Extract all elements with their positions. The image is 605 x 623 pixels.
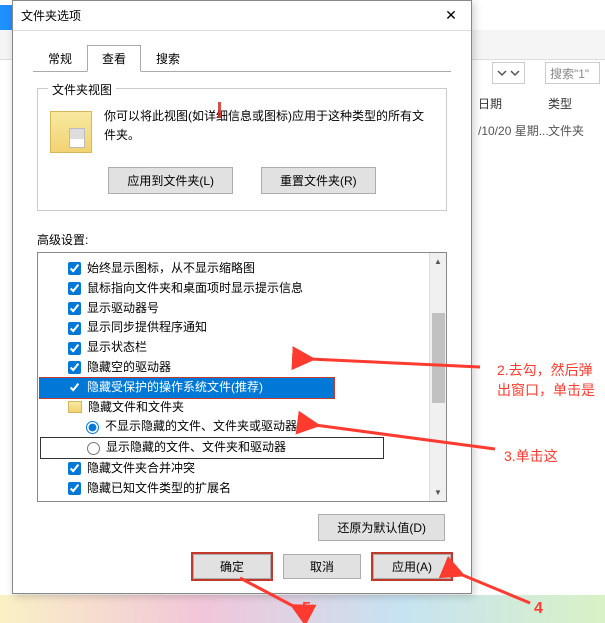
tree-radio-item: 不显示隐藏的文件、文件夹或驱动器	[40, 417, 444, 437]
checkbox[interactable]	[68, 302, 81, 315]
scroll-up-button[interactable]: ▲	[430, 253, 446, 270]
tree-item-hide-protected[interactable]: 隐藏受保护的操作系统文件(推荐)	[40, 378, 334, 398]
scrollbar[interactable]: ▲ ▼	[429, 253, 446, 501]
tree-item: 显示同步提供程序通知	[40, 318, 444, 338]
group-title: 文件夹视图	[48, 81, 116, 98]
tree-item: 用彩色显示加密或压缩的 NTFS 文件	[40, 499, 444, 502]
folder-view-group: 文件夹视图 你可以将此视图(如详细信息或图标)应用于这种类型的所有文件夹。 应用…	[37, 88, 447, 211]
apply-to-folders-button[interactable]: 应用到文件夹(L)	[108, 167, 233, 194]
row-date: /10/20 星期...	[478, 122, 549, 139]
badge-5: 5	[302, 600, 311, 618]
col-header-type[interactable]: 类型	[548, 95, 572, 112]
reset-folders-button[interactable]: 重置文件夹(R)	[261, 167, 376, 194]
cancel-button[interactable]: 取消	[283, 554, 361, 579]
checkbox[interactable]	[68, 482, 81, 495]
tab-search[interactable]: 搜索	[141, 45, 195, 72]
tree-item: 隐藏文件夹合并冲突	[40, 459, 444, 479]
annotation-3: 3.单击这	[504, 446, 558, 466]
checkbox[interactable]	[68, 361, 81, 374]
tab-strip: 常规 查看 搜索	[13, 31, 471, 72]
tree-item: 显示状态栏	[40, 338, 444, 358]
tree-folder-item: 隐藏文件和文件夹	[40, 398, 444, 418]
checkbox[interactable]	[68, 342, 81, 355]
folder-options-dialog: 文件夹选项 ✕ 常规 查看 搜索 文件夹视图 你可以将此视图(如详细信息或图标)…	[12, 0, 472, 594]
close-button[interactable]: ✕	[431, 1, 471, 31]
tree-radio-item-show-hidden[interactable]: 显示隐藏的文件、文件夹和驱动器	[40, 437, 384, 459]
tab-view[interactable]: 查看	[87, 45, 141, 72]
apply-button[interactable]: 应用(A)	[373, 554, 451, 579]
radio[interactable]	[86, 421, 99, 434]
radio[interactable]	[87, 442, 100, 455]
dialog-title: 文件夹选项	[21, 7, 431, 24]
checkbox[interactable]	[68, 462, 81, 475]
folder-mini-icon	[68, 401, 82, 413]
scroll-down-button[interactable]: ▼	[430, 484, 446, 501]
folder-icon	[50, 111, 92, 153]
tree-item: 隐藏空的驱动器	[40, 358, 444, 378]
annotation-2: 2.去勾，然后弹出窗口，单击是	[497, 360, 605, 400]
titlebar[interactable]: 文件夹选项 ✕	[13, 1, 471, 31]
advanced-settings-tree[interactable]: 始终显示图标，从不显示缩略图 鼠标指向文件夹和桌面项时显示提示信息 显示驱动器号…	[37, 252, 447, 502]
view-desc: 你可以将此视图(如详细信息或图标)应用于这种类型的所有文件夹。	[104, 107, 434, 153]
tree-item: 隐藏已知文件类型的扩展名	[40, 479, 444, 499]
tree-item: 显示驱动器号	[40, 299, 444, 319]
dialog-content: 文件夹视图 你可以将此视图(如详细信息或图标)应用于这种类型的所有文件夹。 应用…	[13, 72, 471, 551]
checkbox[interactable]	[68, 322, 81, 335]
search-input[interactable]: 搜索"1"	[545, 62, 600, 84]
scroll-thumb[interactable]	[432, 313, 445, 403]
red-marker	[218, 102, 221, 118]
ok-button[interactable]: 确定	[193, 554, 271, 579]
badge-4: 4	[534, 600, 543, 618]
row-type: 文件夹	[548, 122, 584, 139]
checkbox[interactable]	[68, 262, 81, 275]
checkbox[interactable]	[68, 282, 81, 295]
dialog-buttons: 确定 取消 应用(A)	[193, 554, 451, 579]
restore-defaults-button[interactable]: 还原为默认值(D)	[318, 514, 445, 541]
advanced-label: 高级设置:	[37, 231, 447, 248]
col-header-date[interactable]: 日期	[478, 95, 502, 112]
checkbox[interactable]	[68, 381, 81, 394]
tab-general[interactable]: 常规	[33, 45, 87, 72]
view-dropdown[interactable]	[492, 62, 525, 84]
tree-item: 鼠标指向文件夹和桌面项时显示提示信息	[40, 279, 444, 299]
tree-item: 始终显示图标，从不显示缩略图	[40, 259, 444, 279]
